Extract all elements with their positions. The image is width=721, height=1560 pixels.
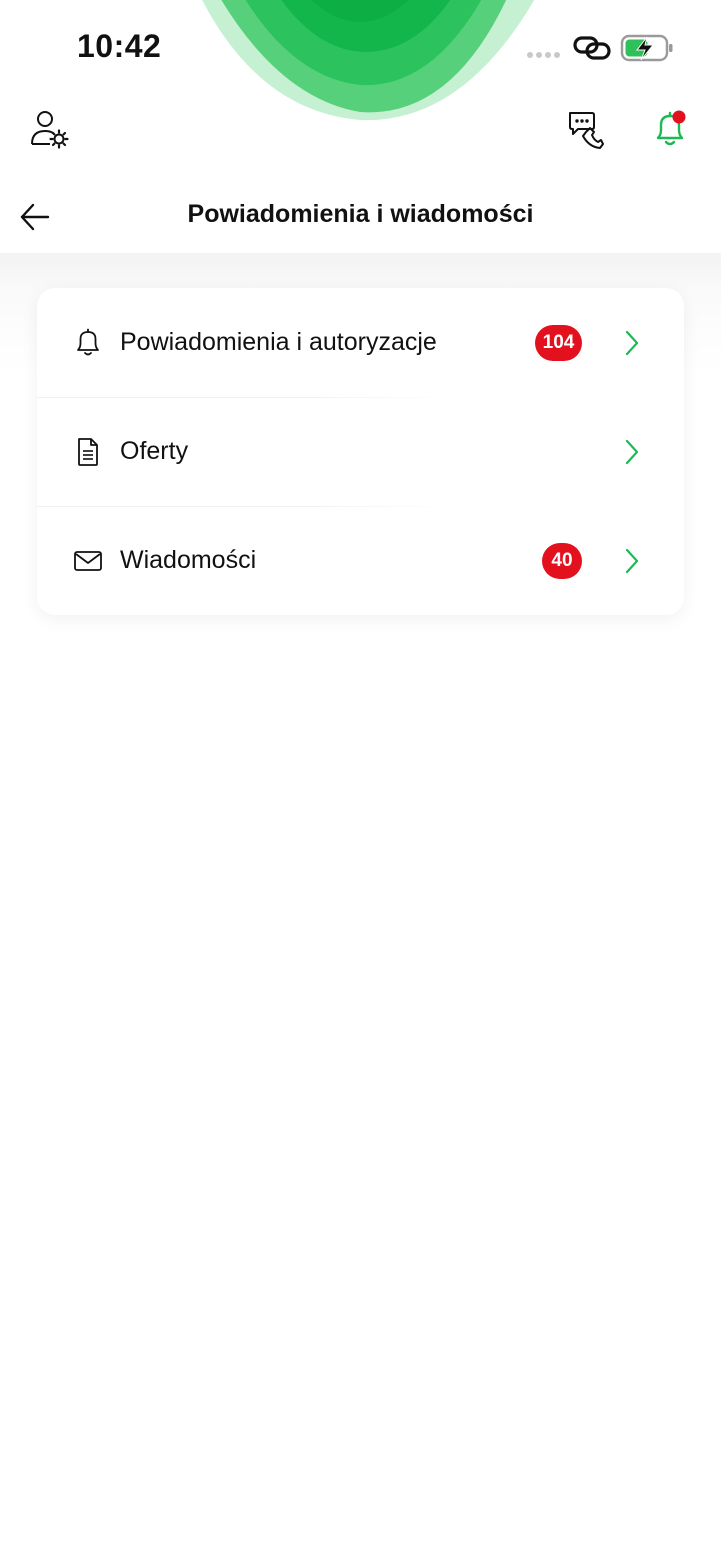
menu-item-notifications[interactable]: Powiadomienia i autoryzacje 104: [37, 288, 684, 397]
menu-item-messages[interactable]: Wiadomości 40: [37, 506, 684, 615]
count-badge: 40: [542, 542, 582, 579]
contact-button[interactable]: [557, 100, 617, 160]
profile-settings-button[interactable]: [20, 100, 80, 160]
chevron-right-icon: [620, 328, 644, 358]
notification-bell-icon: [656, 110, 686, 146]
menu-item-offers[interactable]: Oferty: [37, 397, 684, 506]
chevron-right-icon: [620, 546, 644, 576]
notifications-button[interactable]: [640, 100, 700, 160]
top-area: 10:42 Powiadomienia i wiadomości: [0, 0, 721, 253]
title-bar: Powiadomienia i wiadomości: [0, 180, 721, 250]
notification-dot-icon: [672, 110, 686, 124]
menu-item-label: Wiadomości: [120, 546, 257, 574]
app-header: [0, 100, 721, 160]
status-bar: 10:42: [0, 0, 721, 95]
chat-call-icon: [569, 112, 604, 149]
count-badge: 104: [535, 324, 582, 361]
menu-item-label: Oferty: [120, 437, 189, 465]
menu-card: Powiadomienia i autoryzacje 104 Oferty W…: [37, 288, 684, 615]
status-time: 10:42: [77, 28, 162, 64]
signal-strength-icon: [527, 52, 560, 58]
document-icon: [73, 437, 103, 467]
envelope-icon: [73, 546, 103, 576]
page-title: Powiadomienia i wiadomości: [187, 200, 534, 228]
battery-charging-icon: [620, 34, 673, 62]
menu-item-label: Powiadomienia i autoryzacje: [120, 328, 437, 356]
link-icon: [573, 36, 611, 60]
chevron-right-icon: [620, 437, 644, 467]
bell-icon: [73, 328, 103, 358]
main-content: Powiadomienia i autoryzacje 104 Oferty W…: [0, 253, 721, 1560]
user-settings-icon: [31, 111, 69, 149]
